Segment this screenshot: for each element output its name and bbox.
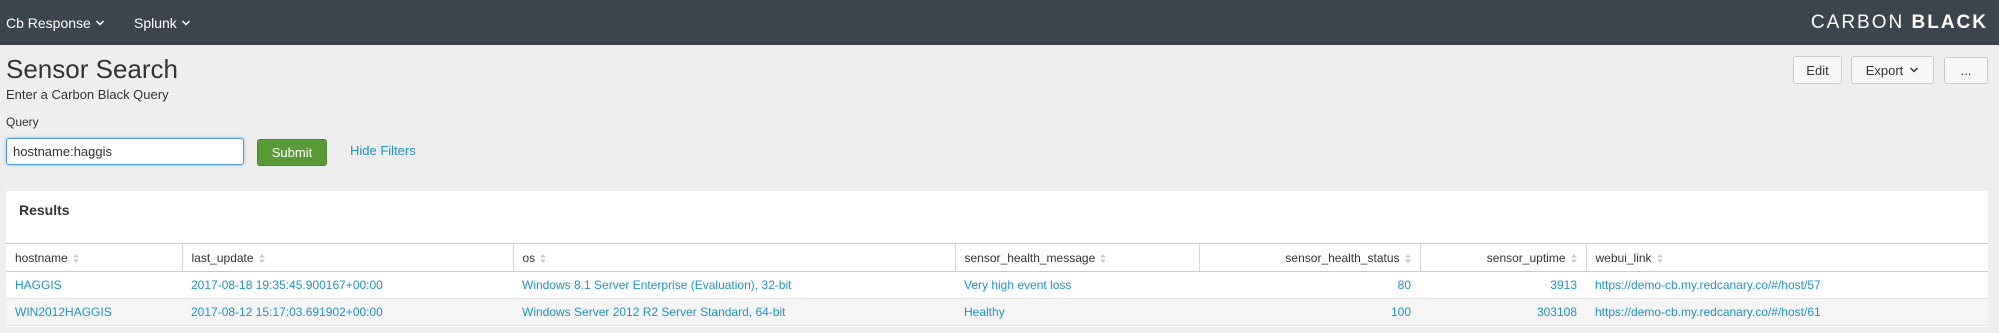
sort-icon: [258, 253, 265, 263]
top-nav-bar: Cb Response Splunk CARBON BLACK: [0, 0, 1999, 45]
sort-icon: [1100, 253, 1107, 263]
cb-response-menu-label: Cb Response: [6, 14, 91, 31]
more-actions-button[interactable]: ...: [1944, 57, 1988, 84]
edit-button[interactable]: Edit: [1793, 56, 1842, 84]
query-label: Query: [6, 115, 39, 129]
brand-word-bold: BLACK: [1911, 12, 1988, 33]
cell-hostname[interactable]: WIN2012HAGGIS: [6, 298, 182, 326]
column-header-hostname[interactable]: hostname: [6, 243, 182, 272]
submit-button[interactable]: Submit: [257, 139, 327, 166]
column-header-label: sensor_health_message: [964, 250, 1096, 265]
page-subtitle: Enter a Carbon Black Query: [6, 87, 169, 102]
cell-os[interactable]: Windows Server 2012 R2 Server Standard, …: [513, 298, 955, 326]
chevron-down-icon: [181, 19, 190, 26]
sort-icon: [1570, 253, 1577, 263]
export-button-label: Export: [1865, 62, 1904, 78]
submit-button-label: Submit: [271, 145, 313, 160]
page-title: Sensor Search: [6, 54, 178, 84]
sort-icon: [72, 253, 79, 263]
cell-webui-link[interactable]: https://demo-cb.my.redcanary.co/#/host/5…: [1586, 271, 1988, 299]
cell-sensor-uptime[interactable]: 3913: [1420, 271, 1586, 299]
column-header-sensor-uptime[interactable]: sensor_uptime: [1419, 243, 1586, 272]
cell-sensor-uptime[interactable]: 303108: [1420, 298, 1586, 326]
sort-icon: [1656, 253, 1663, 263]
results-table: hostname last_update os sensor_health_me…: [6, 243, 1988, 326]
chevron-down-icon: [1910, 67, 1919, 73]
sort-icon: [540, 253, 547, 263]
cb-response-menu[interactable]: Cb Response: [6, 0, 105, 45]
column-header-label: sensor_health_status: [1285, 250, 1400, 265]
column-header-label: hostname: [15, 250, 68, 265]
carbon-black-logo: CARBON BLACK: [1811, 12, 1988, 34]
chevron-down-icon: [95, 19, 104, 26]
hide-filters-link[interactable]: Hide Filters: [350, 143, 416, 158]
results-title: Results: [19, 202, 70, 218]
cell-sensor-health-status[interactable]: 80: [1199, 271, 1420, 299]
cell-last-update[interactable]: 2017-08-12 15:17:03.691902+00:00: [182, 298, 513, 326]
table-header-row: hostname last_update os sensor_health_me…: [6, 243, 1988, 272]
column-header-sensor-health-status[interactable]: sensor_health_status: [1198, 243, 1420, 272]
cell-os[interactable]: Windows 8.1 Server Enterprise (Evaluatio…: [513, 271, 955, 299]
column-header-label: last_update: [191, 250, 254, 265]
results-panel: Results hostname last_update os sensor_h…: [6, 191, 1988, 327]
splunk-menu[interactable]: Splunk: [134, 0, 191, 45]
edit-button-label: Edit: [1806, 62, 1829, 78]
cell-sensor-health-message[interactable]: Healthy: [955, 298, 1199, 326]
column-header-webui-link[interactable]: webui_link: [1585, 243, 1988, 272]
cell-sensor-health-message[interactable]: Very high event loss: [955, 271, 1199, 299]
cell-hostname[interactable]: HAGGIS: [6, 271, 182, 299]
column-header-last-update[interactable]: last_update: [181, 243, 513, 272]
column-header-label: os: [522, 250, 536, 265]
more-actions-label: ...: [1960, 63, 1972, 78]
cell-webui-link[interactable]: https://demo-cb.my.redcanary.co/#/host/6…: [1586, 298, 1988, 326]
splunk-menu-label: Splunk: [134, 14, 177, 31]
cell-sensor-health-status[interactable]: 100: [1199, 298, 1420, 326]
cell-last-update[interactable]: 2017-08-18 19:35:45.900167+00:00: [182, 271, 513, 299]
column-header-label: webui_link: [1595, 250, 1652, 265]
table-row: HAGGIS 2017-08-18 19:35:45.900167+00:00 …: [6, 271, 1988, 299]
column-header-sensor-health-message[interactable]: sensor_health_message: [954, 243, 1199, 272]
brand-word-light: CARBON: [1810, 12, 1905, 33]
export-button[interactable]: Export: [1851, 56, 1934, 84]
query-input[interactable]: [6, 138, 244, 165]
column-header-label: sensor_uptime: [1486, 250, 1566, 265]
table-row: WIN2012HAGGIS 2017-08-12 15:17:03.691902…: [6, 298, 1988, 326]
sort-icon: [1404, 253, 1411, 263]
column-header-os[interactable]: os: [512, 243, 955, 272]
